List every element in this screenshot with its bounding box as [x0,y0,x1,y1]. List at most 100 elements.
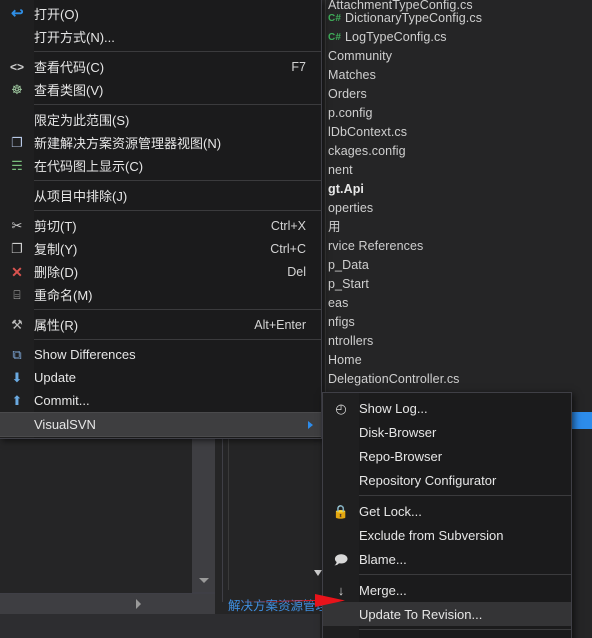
output-horizontal-scrollbar[interactable] [0,594,215,614]
menu-item-label: Update [34,370,76,385]
menu-item-label: Disk-Browser [359,424,437,440]
copy-icon-glyph: ❐ [11,241,23,256]
scroll-right-icon[interactable] [136,599,141,609]
commit-icon-glyph: ⬆ [11,393,23,408]
menu-item-label: 查看代码(C) [34,60,105,75]
menu-item[interactable]: VisualSVN [0,412,321,437]
menu-item-shortcut: Ctrl+X [270,218,306,233]
menu-item[interactable]: Exclude from Subversion [323,523,571,547]
output-vertical-scrollbar[interactable] [192,416,215,592]
menu-item[interactable]: 🔒 Get Lock... [323,499,571,523]
background-tree-item-label: p.config [328,106,373,120]
background-tree-item-label: operties [328,201,374,215]
background-tree-item-label: Home [328,353,362,367]
background-tree-item[interactable]: nfigs [328,313,355,332]
menu-item[interactable]: 打开方式(N)... [0,25,321,48]
menu-item-label: 限定为此范围(S) [34,113,130,128]
menu-item[interactable]: ❐ 复制(Y) Ctrl+C [0,237,321,260]
menu-item[interactable]: ↪ 打开(O) [0,2,321,25]
blame-icon-glyph: 🗩 [333,551,349,567]
output-pane-content [0,416,192,593]
menu-item-shortcut: F7 [291,59,306,74]
background-tree-item[interactable]: C# LogTypeConfig.cs [328,28,447,47]
delete-icon: ✕ [0,265,34,279]
background-tree-item[interactable]: gt.Api [328,180,364,199]
menu-item[interactable]: ☸ 查看类图(V) [0,78,321,101]
submenu-items: ◴ Show Log... Disk-Browser Repo-Browser Repo… [323,396,571,638]
show-differences-icon-glyph: ⧉ [12,347,22,362]
menu-item-label: Get Lock... [359,503,422,519]
menu-item[interactable]: ◴ Show Log... [323,396,571,420]
visualsvn-submenu[interactable]: ◴ Show Log... Disk-Browser Repo-Browser Repo… [322,392,572,638]
menu-item[interactable]: ✕ 删除(D) Del [0,260,321,283]
menu-item-shortcut: Alt+Enter [254,317,306,332]
background-tree-item[interactable]: Home [328,351,362,370]
background-tree-item[interactable]: p_Data [328,256,369,275]
background-tree-item[interactable]: eas [328,294,348,313]
update-icon-glyph: ⬇ [11,370,23,385]
background-tree-item[interactable]: Orders [328,85,367,104]
background-tree-item[interactable]: operties [328,199,373,218]
new-solution-view-icon: ❐ [0,136,34,149]
background-tree-item-label: ckages.config [328,144,406,158]
menu-item[interactable]: 限定为此范围(S) [0,108,321,131]
background-tree-item[interactable]: Community [328,47,392,66]
menu-item[interactable]: ⚒ 属性(R) Alt+Enter [0,313,321,336]
csharp-file-icon: C# [328,32,341,43]
background-tree-item[interactable]: p.config [328,104,373,123]
background-tree-item[interactable]: p_Start [328,275,369,294]
background-tree-item-label: ntrollers [328,334,374,348]
menu-item[interactable]: <> 查看代码(C) F7 [0,55,321,78]
background-tree-item[interactable]: C# DictionaryTypeConfig.cs [328,9,482,28]
tree-guide-line [325,0,326,410]
background-tree-item[interactable]: rvice References [328,237,423,256]
menu-item-label: Merge... [359,582,407,598]
menu-item-label: 在代码图上显示(C) [34,159,144,174]
menu-separator [34,180,321,181]
context-menu-items: ↪ 打开(O) 打开方式(N)... <> 查看代码(C) F7 ☸ 查看类图(V) 限定为此范… [0,2,321,437]
view-code-icon-glyph: <> [9,59,24,74]
menu-item[interactable]: Update To Revision... [323,602,571,626]
csharp-file-icon: C# [328,13,341,24]
background-tree-item-label: eas [328,296,349,310]
menu-item[interactable]: Repository Configurator [323,468,571,492]
merge-icon: ↓ [323,584,359,597]
delete-icon-glyph: ✕ [11,263,23,280]
background-tree-item[interactable]: lDbContext.cs [328,123,407,142]
background-tree-item[interactable]: ckages.config [328,142,406,161]
menu-item-shortcut: Del [287,264,306,279]
menu-item[interactable]: ☴ 在代码图上显示(C) [0,154,321,177]
menu-item[interactable]: Repo-Browser [323,444,571,468]
menu-separator [359,574,571,575]
status-strip [0,614,320,638]
menu-item[interactable]: ✂ 剪切(T) Ctrl+X [0,214,321,237]
cut-icon-glyph: ✂ [11,218,23,233]
background-tree-item[interactable]: nent [328,161,353,180]
menu-separator [34,210,321,211]
context-menu[interactable]: ↪ 打开(O) 打开方式(N)... <> 查看代码(C) F7 ☸ 查看类图(V) 限定为此范… [0,0,322,439]
menu-item[interactable]: Disk-Browser [323,420,571,444]
view-class-diagram-icon-glyph: ☸ [11,82,23,97]
tree-guide-line-lower [228,430,229,590]
menu-item[interactable]: ⧉ Show Differences [0,343,321,366]
background-tree-item[interactable]: DelegationController.cs [328,370,460,389]
menu-item[interactable]: ⬆ Commit... [0,389,321,412]
lock-icon: 🔒 [323,505,359,518]
chevron-down-icon[interactable] [314,570,322,576]
menu-item-label: 复制(Y) [34,242,78,257]
background-tree-item[interactable]: ntrollers [328,332,373,351]
menu-item[interactable]: ↓ Merge... [323,578,571,602]
background-tree-item[interactable]: Matches [328,66,376,85]
scroll-down-icon[interactable] [199,578,209,583]
menu-item[interactable]: 从项目中排除(J) [0,184,321,207]
menu-item[interactable]: ⬇ Update [0,366,321,389]
menu-item[interactable]: ⌸ 重命名(M) [0,283,321,306]
background-tree-item[interactable]: 用 [328,218,341,237]
blame-icon: 🗩 [323,553,359,566]
menu-item[interactable]: ⚒Properties... [323,633,571,638]
background-tree-item-label: DelegationController.cs [328,372,460,386]
menu-item-label: 属性(R) [34,318,79,333]
background-tree-item-label: DictionaryTypeConfig.cs [344,11,483,25]
menu-item[interactable]: 🗩 Blame... [323,547,571,571]
menu-item[interactable]: ❐ 新建解决方案资源管理器视图(N) [0,131,321,154]
